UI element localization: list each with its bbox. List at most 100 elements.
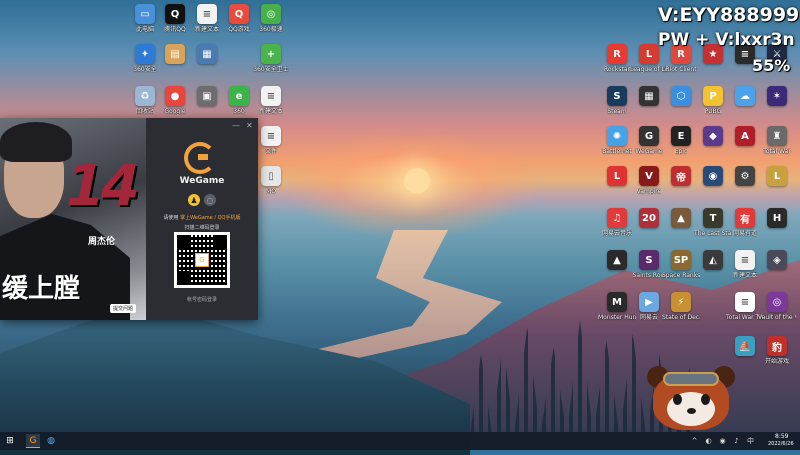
desktop-icon-right[interactable]: ★	[696, 44, 730, 84]
desktop-icon-right[interactable]: L	[760, 166, 794, 206]
desktop-icon-right[interactable]: ♫ 网易云音乐	[600, 208, 634, 248]
minimize-button[interactable]: —	[232, 121, 240, 130]
desktop-icon-right[interactable]: T The Last Stand	[694, 208, 732, 248]
banner-feedback-button[interactable]: 提交问题	[110, 304, 137, 313]
app-icon: ♫	[607, 208, 627, 228]
tray-icon[interactable]: ◉	[718, 436, 727, 445]
taskbar: ⊞ G ◍ ^ ◐ ◉ ♪ 中 8:59 2022/6/26	[0, 432, 800, 450]
app-icon: ⛵	[735, 336, 755, 356]
desktop-icon-left[interactable]: ▤	[158, 44, 192, 84]
desktop-icon-label: 新建文本	[194, 26, 219, 33]
tray-icon[interactable]: 中	[746, 436, 755, 445]
desktop-icon-right[interactable]: 豹开始游戏	[760, 336, 794, 376]
tray-icon[interactable]: ^	[690, 436, 699, 445]
desktop-icon-right[interactable]: P PUBG	[696, 86, 730, 126]
text-file-icon: ≡	[261, 126, 281, 146]
desktop-icon-right[interactable]: ✺ Battle.net	[600, 126, 634, 166]
desktop-icon-right[interactable]: SP Space Ranks	[662, 250, 700, 290]
avatar-goggles	[663, 372, 719, 386]
desktop-icon-right[interactable]: A	[728, 126, 762, 166]
login-panel: — ✕ WeGame ♟ ◌ 请使用 掌上WeGame / QQ手机版 扫描二维…	[146, 118, 258, 320]
app-icon: ◎	[767, 292, 787, 312]
clock-time[interactable]: 8:59	[775, 433, 788, 440]
account-password-login-link[interactable]: 帐号密码登录	[146, 296, 258, 303]
app-icon: 豹	[767, 336, 787, 356]
shield-icon: ✦	[135, 44, 155, 64]
desktop-icon-right[interactable]: ◉	[696, 166, 730, 206]
ie-icon: e	[229, 86, 249, 106]
desktop-icon-right[interactable]: ◈	[760, 250, 794, 290]
app-icon: V	[639, 166, 659, 186]
desktop-icon-label: 360安全卫士	[253, 66, 289, 73]
desktop-icon-right[interactable]: ▶ 网易云	[632, 292, 666, 332]
desktop-icon-left[interactable]: ≡ 文件	[254, 126, 288, 166]
close-button[interactable]: ✕	[246, 121, 253, 130]
desktop-icon-left[interactable]: +360安全卫士	[253, 44, 289, 84]
taskbar-wegame-icon[interactable]: G	[26, 434, 40, 448]
desktop-icon-right[interactable]: ✶	[760, 86, 794, 126]
desktop-icon-left[interactable]: ▯ MO	[254, 166, 288, 206]
desktop-icon-left[interactable]: ▭ 此电脑	[128, 4, 162, 44]
tray-icon[interactable]: ◐	[704, 436, 713, 445]
desktop-icon-right[interactable]: ▲	[664, 208, 698, 248]
tray-icon[interactable]: ♪	[732, 436, 741, 445]
desktop-icon-left[interactable]: ▦	[190, 44, 224, 84]
desktop-icon-right[interactable]: ⬡	[664, 86, 698, 126]
desktop-icon-right[interactable]: ▲	[600, 250, 634, 290]
start-windows-icon[interactable]: ⊞	[3, 434, 17, 448]
desktop-icon-label: Monster Hunter	[598, 314, 636, 321]
desktop-icon-right[interactable]: S Steam	[600, 86, 634, 126]
desktop-icon-right[interactable]: V Vampire	[632, 166, 666, 206]
desktop-icon-right[interactable]: ▦	[632, 86, 666, 126]
desktop-icon-right[interactable]: ⚡ State of Decay 2	[662, 292, 700, 332]
desktop-icon-label: Total War	[763, 148, 791, 155]
desktop-icon-right[interactable]: ◆	[696, 126, 730, 166]
desktop-icon-right[interactable]: ◎ Vault of the Void	[758, 292, 796, 332]
desktop-icon-right[interactable]: ≡Total War THREE	[726, 292, 764, 332]
desktop-icon-right[interactable]: 帝	[664, 166, 698, 206]
desktop-icon-label: Battle.net	[602, 148, 632, 155]
desktop-icon-right[interactable]: ☁	[728, 86, 762, 126]
clock-date[interactable]: 2022/6/26	[768, 441, 794, 447]
desktop-icon-right[interactable]: S Saints Row	[632, 250, 666, 290]
desktop-icon-right[interactable]: R Rockstar	[600, 44, 634, 84]
desktop-icon-right[interactable]: L	[600, 166, 634, 206]
desktop-icon-left[interactable]: ≡ 新建文本	[254, 86, 288, 126]
desktop-icon-right[interactable]: ⚙	[728, 166, 762, 206]
desktop-icon-left[interactable]: Q 腾讯QQ	[158, 4, 192, 44]
wegame-login-window[interactable]: 14 周杰伦 缓上膛 提交问题 — ✕ WeGame ♟ ◌ 请使用 掌上WeG…	[0, 118, 258, 320]
folder-icon: ▤	[165, 44, 185, 64]
desktop-icon-right[interactable]: E Epic	[664, 126, 698, 166]
browser-360-icon: ◎	[261, 4, 281, 24]
desktop-icon-label: Steam	[607, 108, 627, 115]
desktop-icon-right[interactable]: 20	[632, 208, 666, 248]
avatar-nose	[687, 408, 696, 414]
desktop-icon-left[interactable]: ◎ 360极速	[254, 4, 288, 44]
desktop-icon-right[interactable]: R Riot Client	[664, 44, 698, 84]
desktop-icon-right[interactable]: H	[760, 208, 794, 248]
sun	[404, 168, 430, 194]
desktop-icon-label: 腾讯QQ	[164, 26, 186, 33]
wegame-brand: WeGame	[179, 176, 225, 186]
qq-login-icon[interactable]: ♟	[188, 194, 200, 206]
desktop-icon-left[interactable]: ≡ 新建文本	[190, 4, 224, 44]
app-icon: ◭	[703, 250, 723, 270]
banner-artist: 周杰伦	[88, 237, 116, 247]
app-icon: ☁	[735, 86, 755, 106]
desktop-icon-right[interactable]: M Monster Hunter	[598, 292, 636, 332]
desktop-icon-right[interactable]: 有网易有道	[728, 208, 762, 248]
desktop-icon-right[interactable]: ♜ Total War	[760, 126, 794, 166]
desktop-icon-label: 回收站	[135, 108, 154, 115]
desktop-icon-right[interactable]: L League of Legends	[630, 44, 668, 84]
app-icon: ♜	[767, 126, 787, 146]
desktop-icon-right[interactable]: G WeGame	[632, 126, 666, 166]
desktop-icon-right[interactable]: ≡ 新建文本	[728, 250, 762, 290]
app-icon: L	[767, 166, 787, 186]
taskbar-browser-icon[interactable]: ◍	[44, 434, 58, 448]
desktop-icon-left[interactable]: Q QQ游戏	[222, 4, 256, 44]
desktop-icon-left[interactable]: ✦ 360安全	[128, 44, 162, 84]
desktop-icon-right[interactable]: ◭	[696, 250, 730, 290]
phone-icon: ▯	[261, 166, 281, 186]
desktop-icon-label: 网易有道	[732, 230, 757, 237]
wechat-login-icon[interactable]: ◌	[204, 194, 216, 206]
